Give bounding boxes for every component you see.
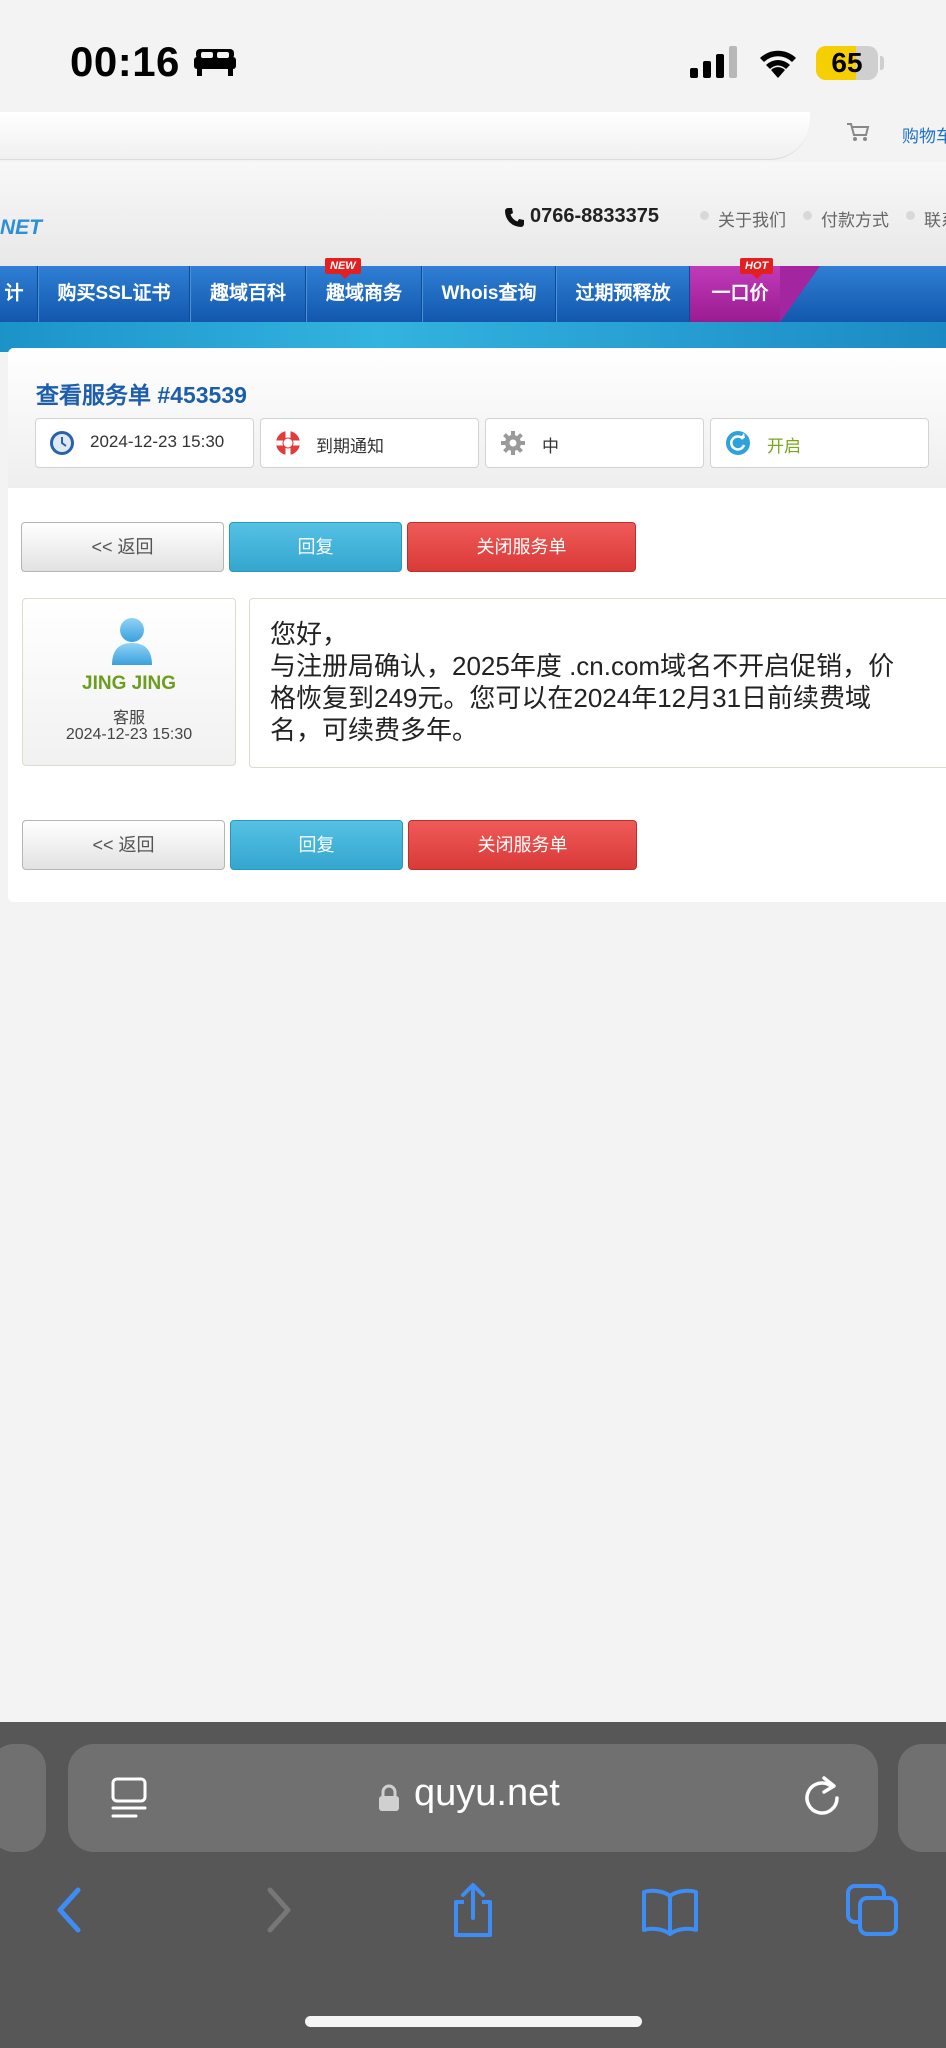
nav-item-expired[interactable]: 过期预释放 — [556, 266, 690, 322]
phone-icon — [505, 208, 524, 227]
hot-badge: HOT — [740, 258, 774, 274]
reply-button-bottom[interactable]: 回复 — [230, 820, 403, 870]
top-link-about[interactable]: 关于我们 — [718, 206, 786, 231]
gear-icon — [501, 431, 525, 455]
reply-author-name: JING JING — [82, 673, 176, 694]
bullet-dot — [700, 211, 709, 220]
ticket-date: 2024-12-23 15:30 — [90, 432, 225, 451]
nav-item-business[interactable]: 趣域商务 — [306, 266, 422, 322]
reply-message: 您好， 与注册局确认，2025年度 .cn.com域名不开启促销，价 格恢复到2… — [270, 618, 920, 746]
ticket-title: 查看服务单 #453539 — [36, 382, 247, 408]
new-badge: NEW — [325, 258, 361, 274]
signal-icon — [690, 46, 737, 78]
hotline-phone: 0766-8833375 — [530, 205, 660, 227]
message-line: 格恢复到249元。您可以在2024年12月31日前续费域 — [270, 683, 872, 713]
top-link-payment[interactable]: 付款方式 — [821, 206, 889, 231]
tabs-icon[interactable] — [844, 1882, 900, 1938]
close-ticket-button-bottom[interactable]: 关闭服务单 — [408, 820, 637, 870]
nav-item-whois[interactable]: Whois查询 — [422, 266, 556, 322]
top-strip-tab — [0, 112, 810, 160]
reader-icon[interactable] — [110, 1776, 148, 1818]
reload-icon[interactable] — [804, 1774, 842, 1818]
cart-link[interactable]: 购物车 — [902, 122, 946, 147]
status-time: 00:16 — [70, 38, 180, 85]
refresh-icon — [726, 431, 750, 455]
back-button-bottom[interactable]: << 返回 — [22, 820, 225, 870]
wifi-icon — [760, 50, 796, 78]
avatar-icon — [112, 618, 152, 665]
bookmarks-icon[interactable] — [640, 1882, 700, 1938]
next-tab-preview[interactable] — [898, 1744, 946, 1852]
nav-item-ssl[interactable]: 购买SSL证书 — [38, 266, 190, 322]
nav-item-partial[interactable]: 计 — [0, 266, 38, 322]
close-ticket-button[interactable]: 关闭服务单 — [407, 522, 636, 572]
lock-icon — [379, 1784, 399, 1811]
battery-indicator: 65 — [816, 46, 878, 80]
reply-date: 2024-12-23 15:30 — [65, 726, 193, 743]
url-text[interactable]: quyu.net — [414, 1772, 560, 1815]
new-badge-tip — [340, 274, 350, 279]
back-icon[interactable] — [46, 1882, 96, 1938]
previous-tab-preview[interactable] — [0, 1744, 46, 1852]
reply-author-role: 客服 — [112, 710, 145, 727]
top-link-contact[interactable]: 联系 — [924, 206, 946, 231]
message-line: 您好， — [270, 619, 349, 649]
message-line: 与注册局确认，2025年度 .cn.com域名不开启促销，价 — [270, 651, 895, 681]
back-button[interactable]: << 返回 — [21, 522, 224, 572]
cart-icon[interactable] — [846, 122, 870, 142]
forward-icon[interactable] — [252, 1882, 302, 1938]
nav-item-fixed-price[interactable]: 一口价 — [690, 266, 790, 322]
hot-badge-tip — [752, 274, 762, 279]
site-logo[interactable]: NET — [0, 216, 42, 240]
battery-cap — [880, 56, 884, 70]
home-indicator — [305, 2016, 642, 2027]
share-icon[interactable] — [448, 1882, 498, 1938]
reply-button[interactable]: 回复 — [229, 522, 402, 572]
bed-icon — [194, 49, 236, 76]
bullet-dot — [803, 211, 812, 220]
battery-level: 65 — [831, 47, 863, 78]
ticket-priority: 中 — [542, 437, 559, 456]
ticket-department: 到期通知 — [316, 437, 384, 456]
lifebuoy-icon — [276, 431, 300, 455]
ticket-status: 开启 — [767, 437, 801, 456]
nav-item-wiki[interactable]: 趣域百科 — [190, 266, 306, 322]
clock-icon — [50, 431, 74, 455]
message-line: 名，可续费多年。 — [270, 715, 479, 745]
bullet-dot — [906, 211, 915, 220]
